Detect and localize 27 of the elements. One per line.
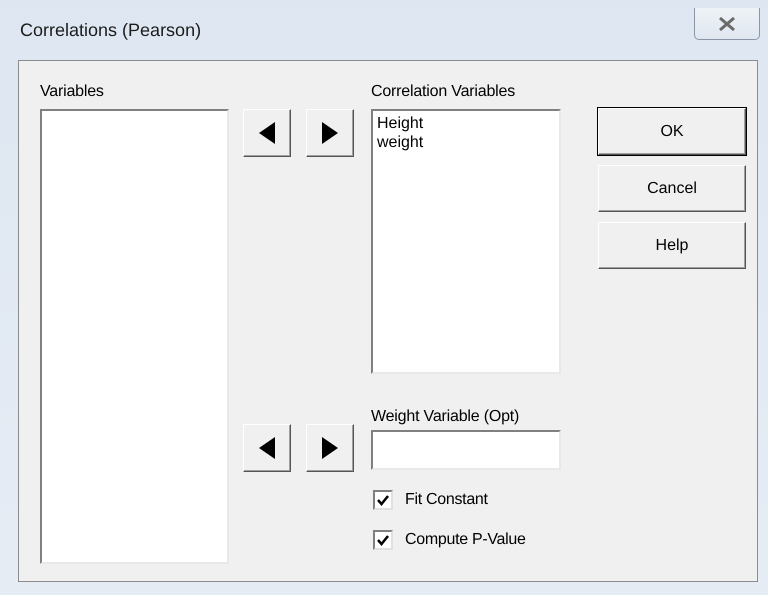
check-icon bbox=[377, 534, 389, 546]
dialog-button[interactable]: Help bbox=[598, 222, 746, 269]
close-button[interactable] bbox=[694, 8, 760, 40]
right-arrow-button[interactable] bbox=[306, 424, 354, 472]
dialog-button[interactable]: Cancel bbox=[598, 165, 746, 212]
checkbox-label: Fit Constant bbox=[405, 491, 488, 509]
close-icon bbox=[718, 16, 736, 30]
right-triangle-icon bbox=[322, 122, 338, 144]
list-item[interactable]: weight bbox=[373, 133, 559, 152]
left-triangle-icon bbox=[259, 122, 275, 144]
checkbox-label: Compute P-Value bbox=[405, 531, 526, 549]
right-triangle-icon bbox=[322, 437, 338, 459]
checkbox[interactable] bbox=[373, 490, 393, 510]
window-title: Correlations (Pearson) bbox=[19, 20, 202, 40]
correlation-variables-list[interactable]: Height weight bbox=[371, 109, 561, 374]
weight-variable-field[interactable] bbox=[371, 430, 561, 470]
left-arrow-button[interactable] bbox=[243, 109, 291, 157]
variables-label: Variables bbox=[40, 83, 105, 102]
list-item[interactable]: Height bbox=[373, 114, 559, 133]
checkbox[interactable] bbox=[373, 530, 393, 550]
list-label: Correlation Variables bbox=[371, 83, 516, 102]
check-icon bbox=[377, 494, 389, 506]
field-label: Weight Variable (Opt) bbox=[371, 408, 520, 427]
right-arrow-button[interactable] bbox=[306, 109, 354, 157]
left-triangle-icon bbox=[259, 437, 275, 459]
left-arrow-button[interactable] bbox=[243, 424, 291, 472]
dialog-button[interactable]: OK bbox=[598, 108, 746, 155]
